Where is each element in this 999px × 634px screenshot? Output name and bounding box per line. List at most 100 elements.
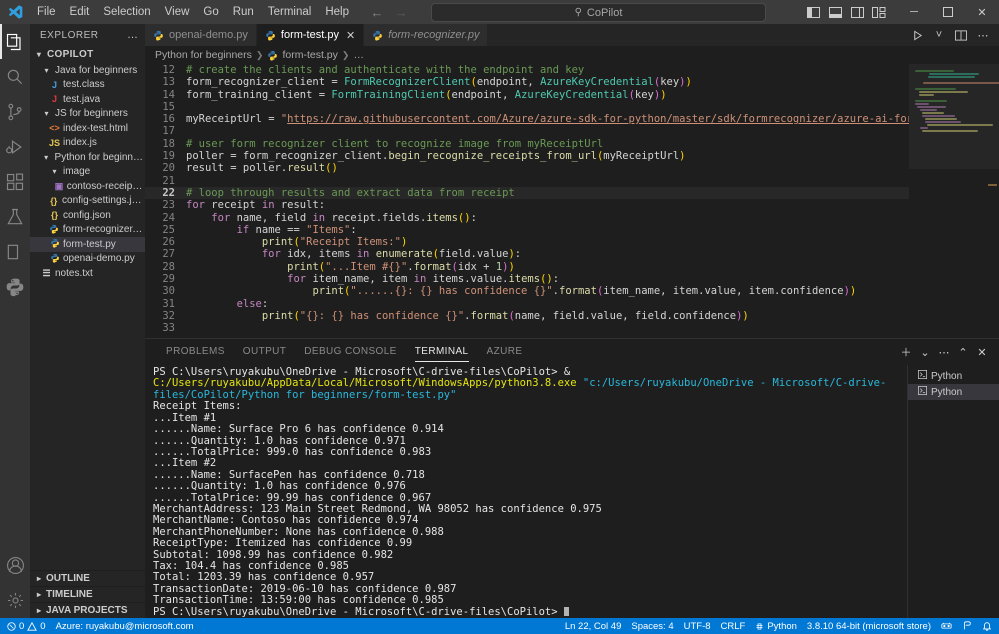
code-line[interactable]: 30 print("......{}: {} has confidence {}…: [145, 285, 909, 297]
status-python-interpreter[interactable]: 3.8.10 64-bit (microsoft store): [802, 618, 936, 634]
tree-file[interactable]: {}config.json: [30, 208, 145, 223]
arrow-right-icon[interactable]: →: [394, 6, 408, 19]
sidebar-item-search[interactable]: [0, 59, 30, 94]
chevron-up-icon[interactable]: ⌃: [954, 341, 972, 363]
close-icon[interactable]: ✕: [973, 341, 991, 363]
code-line[interactable]: 33: [145, 322, 909, 334]
play-icon[interactable]: [907, 24, 927, 46]
tree-file[interactable]: form-test.py: [30, 237, 145, 252]
code-line[interactable]: 15: [145, 101, 909, 113]
status-remote-host[interactable]: [936, 618, 957, 634]
status-azure-account[interactable]: Azure: ruyakubu@microsoft.com: [51, 618, 199, 634]
maximize-button[interactable]: [931, 0, 965, 24]
status-send-feedback[interactable]: [957, 618, 977, 634]
code-line[interactable]: 23for receipt in result:: [145, 199, 909, 211]
split-editor-icon[interactable]: [951, 24, 971, 46]
sidebar-item-database[interactable]: [0, 234, 30, 269]
sidebar-item-extensions[interactable]: [0, 164, 30, 199]
code-line[interactable]: 24 for name, field in receipt.fields.ite…: [145, 212, 909, 224]
status-problems[interactable]: 0 0: [2, 618, 51, 634]
menu-file[interactable]: File: [30, 0, 63, 24]
code-line[interactable]: 27 for idx, items in enumerate(field.val…: [145, 248, 909, 260]
minimap[interactable]: [909, 64, 999, 338]
sidebar-item-source-control[interactable]: [0, 94, 30, 129]
code-line[interactable]: 28 print("...Item #{}".format(idx + 1)): [145, 261, 909, 273]
code-line[interactable]: 13form_recognizer_client = FormRecognize…: [145, 76, 909, 88]
tree-folder[interactable]: ▾JS for beginners: [30, 107, 145, 122]
tree-folder[interactable]: ▾Python for beginners: [30, 150, 145, 165]
editor-tab[interactable]: form-test.py✕: [257, 24, 364, 46]
tree-file[interactable]: <>index-test.html: [30, 121, 145, 136]
menu-view[interactable]: View: [158, 0, 197, 24]
terminal-instance[interactable]: Python: [908, 368, 999, 384]
customize-layout-icon[interactable]: [869, 0, 889, 24]
code-line[interactable]: 17: [145, 125, 909, 137]
menu-help[interactable]: Help: [318, 0, 356, 24]
tab-debug-console[interactable]: DEBUG CONSOLE: [295, 339, 405, 365]
chevron-down-icon[interactable]: ˅: [929, 24, 949, 46]
terminal-instance[interactable]: Python: [908, 384, 999, 400]
breadcrumb-item-file[interactable]: form-test.py: [282, 49, 337, 61]
menu-selection[interactable]: Selection: [96, 0, 157, 24]
editor-scroll-decorations[interactable]: [985, 64, 999, 338]
tab-problems[interactable]: PROBLEMS: [157, 339, 234, 365]
code-line[interactable]: 25 if name == "Items":: [145, 224, 909, 236]
explorer-root-folder[interactable]: ▾ COPILOT: [30, 46, 145, 63]
code-line[interactable]: 14form_training_client = FormTrainingCli…: [145, 89, 909, 101]
tree-file[interactable]: openai-demo.py: [30, 252, 145, 267]
tree-file[interactable]: ☰notes.txt: [30, 266, 145, 281]
toggle-primary-sidebar-icon[interactable]: [803, 0, 823, 24]
code-line[interactable]: 26 print("Receipt Items:"): [145, 236, 909, 248]
code-line[interactable]: 12# create the clients and authenticate …: [145, 64, 909, 76]
code-line[interactable]: 22# loop through results and extract dat…: [145, 187, 909, 199]
editor-tab[interactable]: form-recognizer.py: [364, 24, 488, 46]
gear-icon[interactable]: [0, 583, 30, 618]
tab-terminal[interactable]: TERMINAL: [406, 339, 478, 365]
menu-go[interactable]: Go: [196, 0, 225, 24]
timeline-panel-header[interactable]: ▸ TIMELINE: [30, 586, 145, 602]
status-editor-indentation[interactable]: Spaces: 4: [626, 618, 678, 634]
menu-edit[interactable]: Edit: [63, 0, 97, 24]
tree-folder[interactable]: ▾Java for beginners: [30, 63, 145, 78]
sidebar-item-python[interactable]: [0, 269, 30, 304]
code-line[interactable]: 18# user form recognizer client to recog…: [145, 138, 909, 150]
editor-tab[interactable]: openai-demo.py: [145, 24, 257, 46]
arrow-left-icon[interactable]: ←: [370, 6, 384, 19]
tree-file[interactable]: Jtest.class: [30, 78, 145, 93]
toggle-secondary-sidebar-icon[interactable]: [847, 0, 867, 24]
chevron-down-icon[interactable]: ⌄: [916, 341, 934, 363]
status-editor-language[interactable]: Python: [750, 618, 802, 634]
close-icon[interactable]: ✕: [346, 29, 355, 42]
menu-run[interactable]: Run: [226, 0, 261, 24]
java-projects-panel-header[interactable]: ▸ JAVA PROJECTS: [30, 602, 145, 618]
tab-azure[interactable]: AZURE: [478, 339, 532, 365]
code-line[interactable]: 21: [145, 175, 909, 187]
code-line[interactable]: 20result = poller.result(): [145, 162, 909, 174]
tab-output[interactable]: OUTPUT: [234, 339, 296, 365]
tree-folder[interactable]: ▾image: [30, 165, 145, 180]
toggle-panel-icon[interactable]: [825, 0, 845, 24]
code-line[interactable]: 32 print("{}: {} has confidence {}".form…: [145, 310, 909, 322]
outline-panel-header[interactable]: ▸ OUTLINE: [30, 570, 145, 586]
code-editor[interactable]: 12# create the clients and authenticate …: [145, 64, 999, 338]
ellipsis-icon[interactable]: ⋯: [973, 24, 993, 46]
status-editor-position[interactable]: Ln 22, Col 49: [560, 618, 627, 634]
sidebar-item-explorer[interactable]: [0, 24, 30, 59]
sidebar-more-actions-icon[interactable]: …: [123, 29, 143, 41]
code-line[interactable]: 31 else:: [145, 298, 909, 310]
code-line[interactable]: 16myReceiptUrl = "https://raw.githubuser…: [145, 113, 909, 125]
tree-file[interactable]: JSindex.js: [30, 136, 145, 151]
terminal-output[interactable]: PS C:\Users\ruyakubu\OneDrive - Microsof…: [145, 365, 907, 618]
breadcrumb-item-folder[interactable]: Python for beginners: [155, 49, 252, 61]
tree-file[interactable]: ▣contoso-receipt.png: [30, 179, 145, 194]
sidebar-item-run-and-debug[interactable]: [0, 129, 30, 164]
tree-file[interactable]: {}config-settings.json: [30, 194, 145, 209]
tree-file[interactable]: Jtest.java: [30, 92, 145, 107]
code-area[interactable]: 12# create the clients and authenticate …: [145, 64, 909, 338]
status-editor-encoding[interactable]: UTF-8: [679, 618, 716, 634]
search-input[interactable]: ⚲ CoPilot: [431, 3, 766, 22]
ellipsis-icon[interactable]: ⋯: [935, 341, 953, 363]
code-line[interactable]: 29 for item_name, item in items.value.it…: [145, 273, 909, 285]
menu-terminal[interactable]: Terminal: [261, 0, 318, 24]
close-button[interactable]: ✕: [965, 0, 999, 24]
